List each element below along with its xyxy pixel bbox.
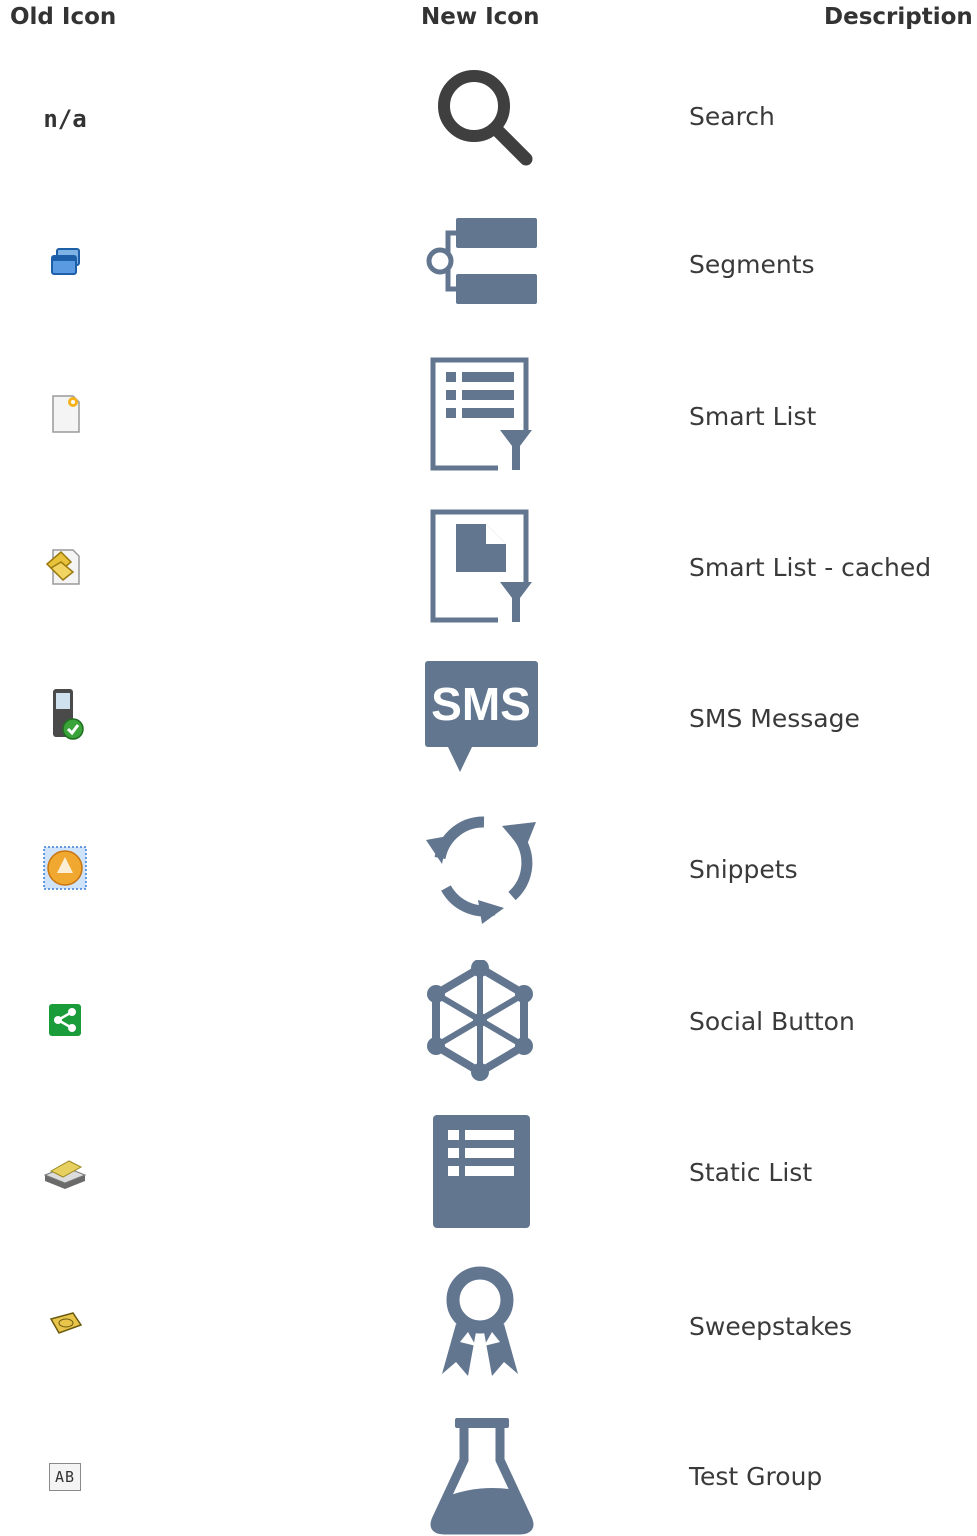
description-text: Snippets bbox=[689, 855, 798, 884]
segments-icon bbox=[420, 200, 544, 324]
segments-old-icon bbox=[40, 238, 90, 288]
description-text: Social Button bbox=[689, 1007, 855, 1036]
smart-list-icon bbox=[420, 354, 544, 478]
sweepstakes-old-icon bbox=[40, 1298, 90, 1348]
old-icon-cell: n/a bbox=[40, 94, 90, 144]
smart-list-cached-old-icon bbox=[40, 541, 90, 591]
description-text: Static List bbox=[689, 1158, 813, 1187]
test-group-old-label: AB bbox=[49, 1463, 81, 1491]
smart-list-cached-icon bbox=[420, 506, 544, 630]
description-text: SMS Message bbox=[689, 704, 860, 733]
sms-icon: SMS bbox=[420, 658, 544, 782]
description-text: Smart List bbox=[689, 402, 817, 431]
social-button-old-icon bbox=[40, 995, 90, 1045]
description-text: Test Group bbox=[689, 1462, 823, 1491]
snippets-icon bbox=[420, 808, 544, 932]
description-text: Smart List - cached bbox=[689, 553, 932, 582]
search-icon bbox=[420, 58, 544, 182]
sweepstakes-icon bbox=[420, 1262, 544, 1386]
description-text: Search bbox=[689, 102, 775, 131]
description-text: Segments bbox=[689, 250, 815, 279]
static-list-icon bbox=[420, 1110, 544, 1234]
header-description: Description bbox=[824, 4, 973, 30]
social-button-icon bbox=[420, 960, 544, 1084]
header-new-icon: New Icon bbox=[421, 4, 540, 30]
smart-list-old-icon bbox=[40, 389, 90, 439]
not-applicable-text: n/a bbox=[43, 105, 87, 133]
sms-label: SMS bbox=[431, 678, 531, 730]
sms-old-icon bbox=[40, 689, 90, 740]
description-text: Sweepstakes bbox=[689, 1312, 853, 1341]
test-group-icon bbox=[420, 1412, 544, 1536]
snippets-old-icon bbox=[40, 843, 90, 893]
test-group-old-icon: AB bbox=[40, 1452, 90, 1502]
header-old-icon: Old Icon bbox=[10, 4, 117, 30]
static-list-old-icon bbox=[40, 1148, 90, 1198]
